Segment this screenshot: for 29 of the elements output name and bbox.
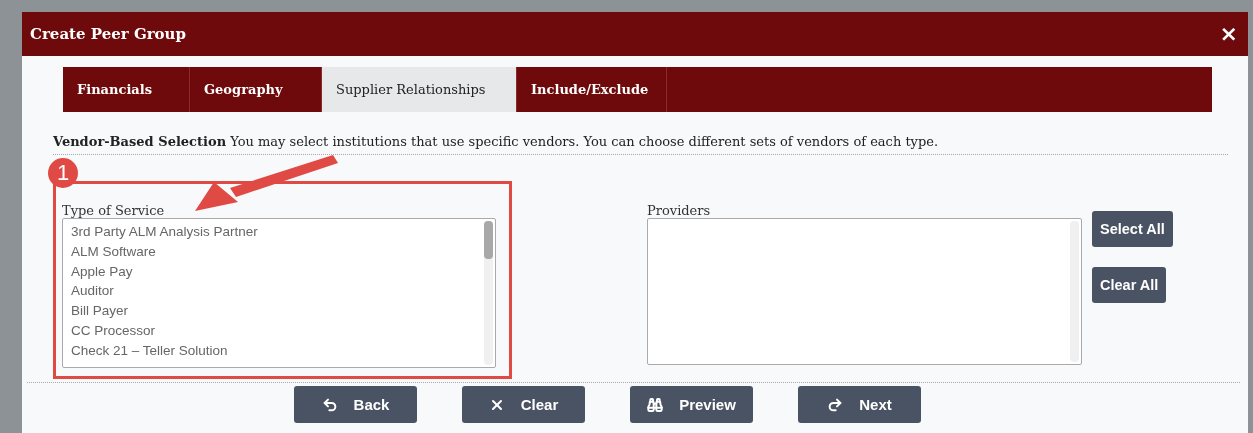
next-button[interactable]: Next xyxy=(798,386,921,423)
list-action-button[interactable]: Clear All xyxy=(1092,267,1167,303)
forward-arrow-icon xyxy=(827,396,844,413)
back-arrow-icon xyxy=(321,396,338,413)
list-action-button[interactable]: Select All xyxy=(1092,211,1173,247)
service-list[interactable]: 3rd Party ALM Analysis Partner ALM Software Apple Pay Auditor Bill Payer CC Processor Check 21 – Teller Solution xyxy=(62,218,496,368)
preview-button[interactable]: Preview xyxy=(630,386,753,423)
field-label: Providers xyxy=(647,204,712,218)
scrollbar[interactable] xyxy=(484,221,493,365)
back-button[interactable]: Back xyxy=(294,386,417,423)
tab[interactable]: Include/Exclude xyxy=(517,67,667,112)
list-item[interactable]: Bill Payer xyxy=(71,301,495,321)
clear-button[interactable]: Clear xyxy=(462,386,585,423)
list-item[interactable]: ALM Software xyxy=(71,241,495,262)
binoculars-icon xyxy=(647,396,664,413)
step-badge: 1 xyxy=(48,158,78,188)
dialog-title: Create Peer Group xyxy=(30,25,186,43)
list-item[interactable]: Apple Pay xyxy=(71,261,495,282)
list-item[interactable]: Auditor xyxy=(71,281,495,302)
intro-text: Vendor-Based Selection You may select institutions that use specific vendors. You can choose different sets of vendors of each type. xyxy=(53,134,1228,155)
tab[interactable]: Supplier Relationships xyxy=(322,67,517,112)
close-button[interactable]: × xyxy=(1217,23,1240,45)
field-label: Type of Service xyxy=(62,204,166,218)
scrollbar[interactable] xyxy=(1070,221,1079,362)
list-item[interactable]: Check 21 – Teller Solution xyxy=(71,340,495,361)
list-item[interactable]: 3rd Party ALM Analysis Partner xyxy=(71,222,495,242)
tab[interactable]: Financials xyxy=(63,67,190,112)
providers-list[interactable] xyxy=(647,218,1082,365)
list-item[interactable]: CC Processor xyxy=(71,321,495,341)
